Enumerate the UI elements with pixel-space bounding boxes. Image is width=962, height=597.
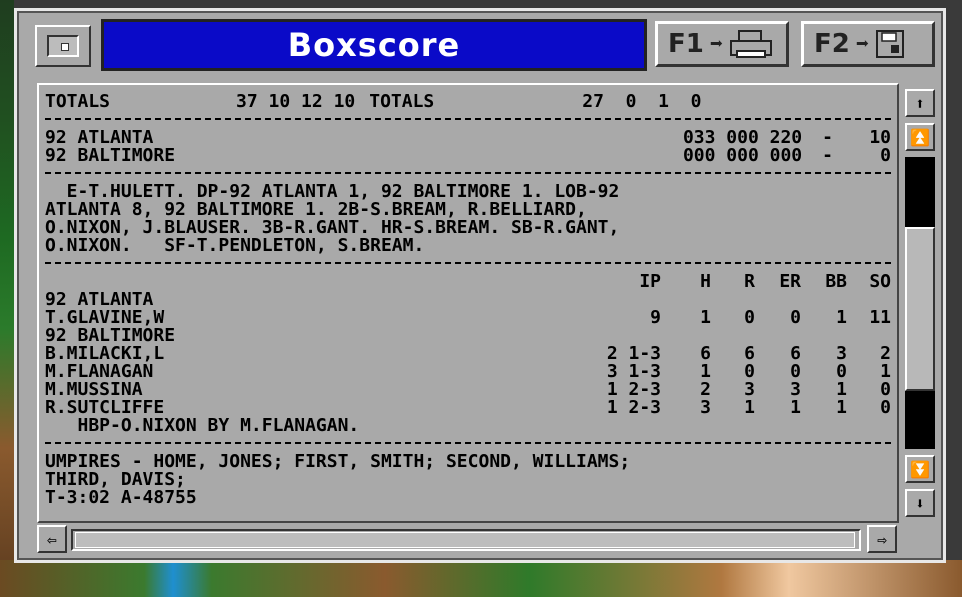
page-down-button[interactable]: ⏬ [905,455,935,483]
header-er: ER [779,271,801,292]
f2-save-button[interactable]: F2 ➡ [801,21,935,67]
pitching-team-name: 92 ATLANTA [45,289,154,310]
totals-left-label: TOTALS [45,91,111,112]
pitching-note: HBP-O.NIXON BY M.FLANAGAN. [45,415,360,436]
pitcher-row: B.MILACKI,L 2 1-3 6 6 6 3 2 [45,345,891,363]
disk-icon [876,30,905,58]
close-icon [47,35,79,57]
pitcher-bb: 1 [836,397,847,418]
pitcher-bb: 1 [836,307,847,328]
header-bb: BB [825,271,847,292]
boxscore-window: Boxscore F1 ➡ F2 ➡ TOTALS 37 10 12 10 TO… [14,8,946,563]
pitcher-er: 1 [790,397,801,418]
title-bar: Boxscore F1 ➡ F2 ➡ [23,15,939,73]
page-down-icon: ⏬ [910,459,930,479]
divider [45,172,891,176]
pitcher-h: 3 [700,397,711,418]
vertical-scroll-thumb[interactable] [905,227,935,391]
linescore: 92 ATLANTA 033 000 220 - 10 92 BALTIMORE… [45,129,891,165]
totals-left-values: 37 10 12 10 [236,91,356,112]
pitching-team-name: 92 BALTIMORE [45,325,176,346]
vertical-scrollbar[interactable]: ⬆ ⏫ ⏬ ⬇ [905,89,935,517]
background-field-bottom [0,560,962,597]
pitcher-so: 0 [880,397,891,418]
header-so: SO [869,271,891,292]
scroll-up-button[interactable]: ⬆ [905,89,935,117]
header-h: H [700,271,711,292]
page-up-icon: ⏫ [910,127,930,147]
linescore-dash: - [822,145,833,166]
pitcher-ip: 9 [650,307,661,328]
scroll-right-button[interactable]: ⇨ [867,525,897,553]
boxscore-content[interactable]: TOTALS 37 10 12 10 TOTALS 27 0 1 0 92 AT… [37,83,899,523]
printer-icon [730,30,773,58]
linescore-team: 92 BALTIMORE [45,145,176,166]
arrow-right-icon: ➡ [709,31,724,57]
divider [45,442,891,446]
game-notes: E-T.HULETT. DP-92 ATLANTA 1, 92 BALTIMOR… [45,183,891,255]
pitching-table: IP H R ER BB SO 92 ATLANTA T.GLAVINE,W 9… [45,273,891,435]
pitching-header: IP H R ER BB SO [45,273,891,291]
totals-row: TOTALS 37 10 12 10 TOTALS 27 0 1 0 [45,93,891,111]
totals-right-values: 27 0 1 0 [582,91,702,112]
divider [45,118,891,122]
pitcher-r: 0 [744,307,755,328]
horizontal-scroll-track[interactable] [71,529,861,551]
pitcher-row: M.MUSSINA 1 2-3 2 3 3 1 0 [45,381,891,399]
linescore-innings: 000 000 000 [682,145,803,166]
arrow-right-icon: ⇨ [877,529,887,549]
pitcher-r: 1 [744,397,755,418]
window-title: Boxscore [287,26,461,64]
arrow-down-icon: ⬇ [915,493,925,513]
f1-print-button[interactable]: F1 ➡ [655,21,789,67]
arrow-left-icon: ⇦ [47,529,57,549]
horizontal-scroll-thumb[interactable] [75,532,855,548]
background-field-left [0,0,14,597]
close-button[interactable] [35,25,91,67]
pitcher-er: 0 [790,307,801,328]
linescore-runs: 0 [880,145,891,166]
header-ip: IP [639,271,661,292]
f1-label: F1 [668,29,704,59]
divider [45,262,891,266]
page-up-button[interactable]: ⏫ [905,123,935,151]
header-r: R [744,271,755,292]
pitcher-h: 1 [700,307,711,328]
f2-label: F2 [814,29,850,59]
linescore-row: 92 BALTIMORE 000 000 000 - 0 [45,147,891,165]
umpire-line: T-3:02 A-48755 [45,487,197,508]
arrow-up-icon: ⬆ [915,93,925,113]
pitcher-so: 11 [869,307,891,328]
pitcher-row: M.FLANAGAN 3 1-3 1 0 0 0 1 [45,363,891,381]
umpires-section: UMPIRES - HOME, JONES; FIRST, SMITH; SEC… [45,453,891,507]
title-box: Boxscore [101,19,647,71]
note-line: O.NIXON. SF-T.PENDLETON, S.BREAM. [45,235,425,256]
pitcher-ip: 1 2-3 [606,397,661,418]
horizontal-scrollbar[interactable]: ⇦ ⇨ [37,523,899,555]
scroll-left-button[interactable]: ⇦ [37,525,67,553]
totals-right-label: TOTALS [369,91,435,112]
arrow-right-icon: ➡ [855,31,870,57]
scroll-down-button[interactable]: ⬇ [905,489,935,517]
vertical-scroll-track[interactable] [905,157,935,449]
